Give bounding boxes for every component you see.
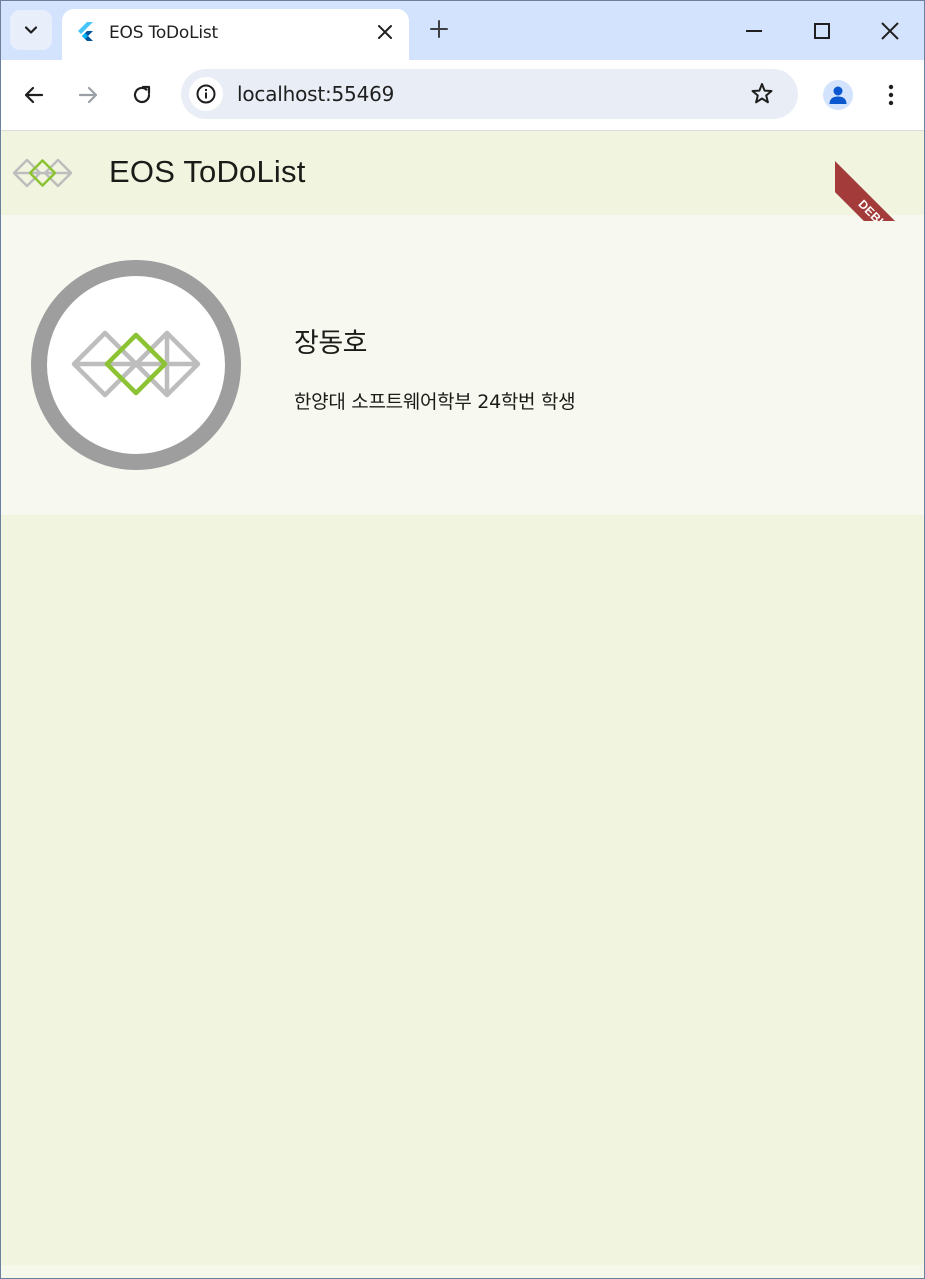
- app-bar: EOS ToDoList: [1, 131, 924, 215]
- debug-label: DEBUG: [835, 157, 925, 221]
- person-icon: [829, 86, 847, 104]
- bookmark-star-icon[interactable]: [749, 81, 775, 107]
- more-options-icon[interactable]: [880, 82, 902, 108]
- content-area: [1, 515, 924, 1265]
- profile-card: 장동호 한양대 소프트웨어학부 24학번 학생: [1, 215, 924, 515]
- address-bar[interactable]: localhost:55469: [181, 69, 798, 119]
- reload-icon[interactable]: [129, 82, 155, 108]
- new-tab-icon[interactable]: [428, 18, 450, 40]
- close-window-icon[interactable]: [878, 19, 902, 43]
- info-icon: [196, 84, 216, 104]
- chevron-down-icon: [24, 26, 38, 34]
- profile-button[interactable]: [823, 80, 853, 110]
- site-info-button[interactable]: [189, 77, 223, 111]
- forward-arrow-icon[interactable]: [75, 82, 101, 108]
- user-description: 한양대 소프트웨어학부 24학번 학생: [294, 391, 576, 413]
- profile-avatar: [31, 260, 241, 470]
- eos-logo-icon: [12, 158, 73, 188]
- back-arrow-icon[interactable]: [21, 82, 47, 108]
- url-text: localhost:55469: [237, 82, 395, 106]
- tab-search-button[interactable]: [10, 10, 52, 50]
- close-tab-icon[interactable]: [374, 21, 396, 43]
- tab-title: EOS ToDoList: [109, 23, 219, 43]
- user-name: 장동호: [294, 328, 368, 359]
- flutter-icon: [78, 22, 93, 41]
- bottom-edge: [1, 1265, 924, 1279]
- browser-tab-strip: EOS ToDoList: [0, 0, 925, 60]
- minimize-icon[interactable]: [742, 19, 766, 43]
- app-title: EOS ToDoList: [109, 154, 306, 189]
- debug-banner: DEBUG: [835, 131, 925, 221]
- browser-toolbar: localhost:55469: [0, 60, 925, 131]
- browser-tab[interactable]: EOS ToDoList: [62, 9, 409, 60]
- maximize-icon[interactable]: [810, 19, 834, 43]
